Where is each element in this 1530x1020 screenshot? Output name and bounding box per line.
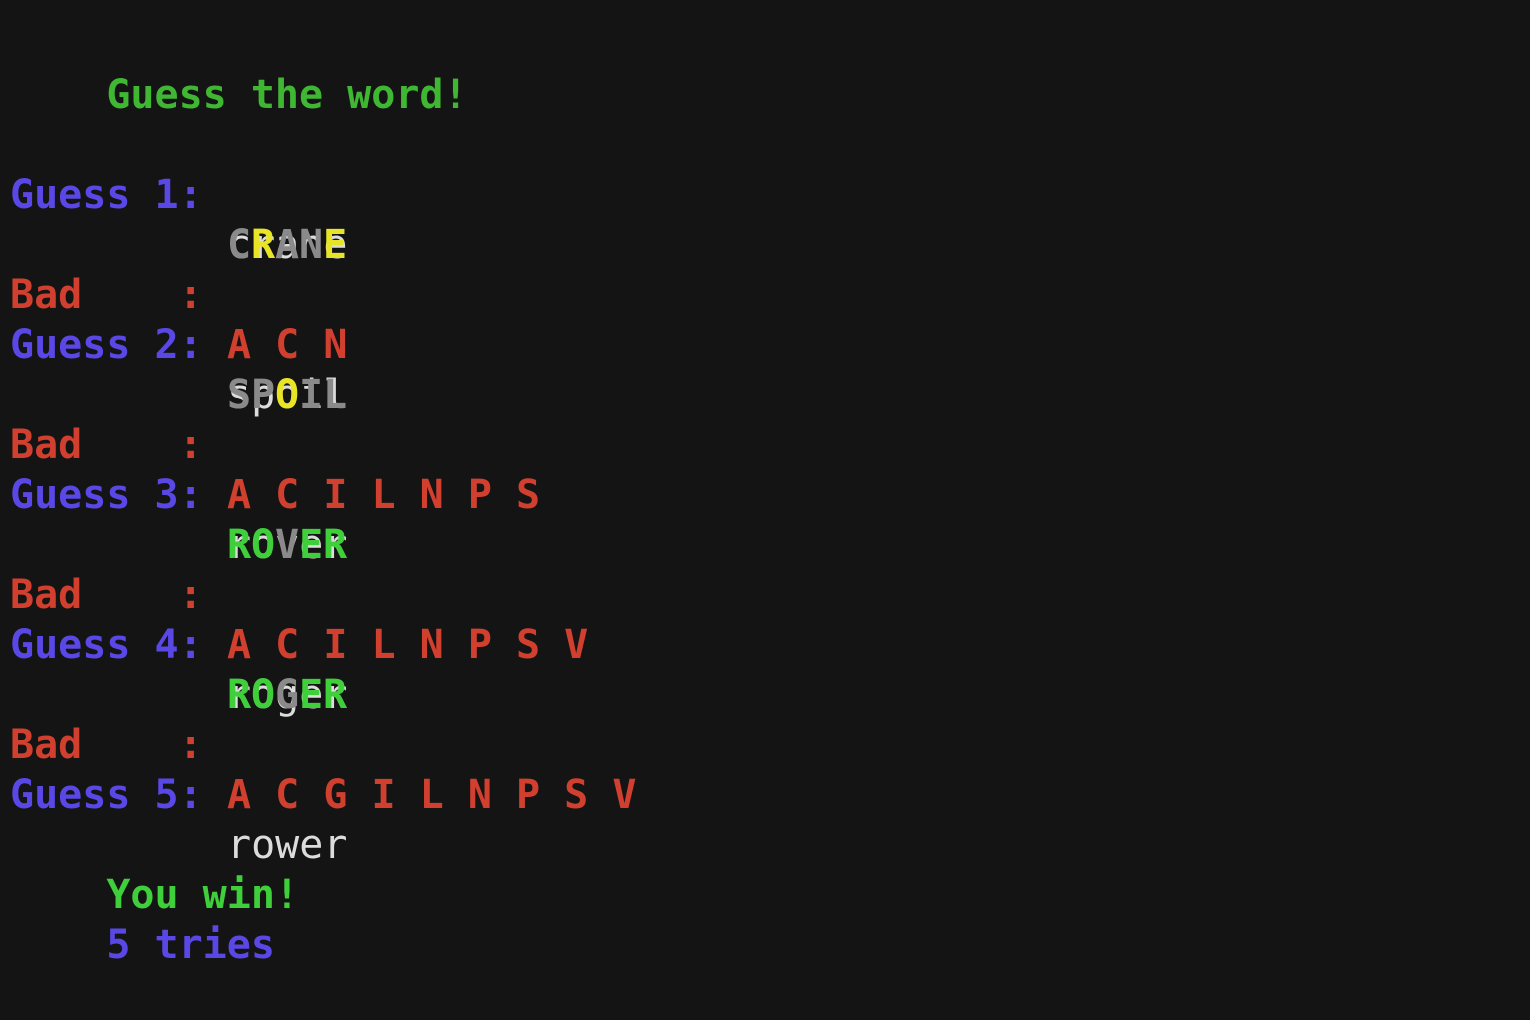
feedback-letter-absent: A [275,222,300,268]
feedback-letter-absent: G [275,672,300,718]
bad-letters: A C N [227,322,348,368]
feedback-letter-correct: R [323,522,348,568]
bad-row-3: Bad : A C I L N P S V [10,520,588,668]
bad-row-1: Bad : A C N [10,220,347,368]
bad-row-4: Bad : A C G I L N P S V [10,670,636,818]
feedback-letter-correct: E [299,522,324,568]
feedback-letters: SPOIL [227,370,347,420]
feedback-letter-correct: R [227,672,252,718]
feedback-letter-correct: E [299,672,324,718]
feedback-letter-absent: I [299,372,324,418]
title-text: Guess the word! [106,72,468,118]
feedback-letter-absent: L [323,372,348,418]
feedback-letter-correct: R [323,672,348,718]
feedback-letter-present: O [275,372,300,418]
tries-count: 5 tries [10,870,275,968]
guess-row-5: Guess 5: rower [10,720,347,868]
terminal-window: Guess the word! Guess 1: crane CRANE Bad… [0,0,1530,968]
feedback-letters: ROVER [227,520,347,570]
bad-letters: A C I L N P S [227,472,541,518]
guess-row-3: Guess 3: rover [10,420,347,568]
feedback-letter-present: R [251,222,276,268]
tries-text: 5 tries [106,922,275,968]
feedback-letter-correct: R [227,522,252,568]
bad-row-2: Bad : A C I L N P S [10,370,540,518]
feedback-letter-absent: V [275,522,300,568]
bad-letters: A C I L N P S V [227,622,589,668]
feedback-letter-present: E [323,222,348,268]
guess-label: Guess 5: [10,772,203,818]
guess-row-2: Guess 2: spoil [10,270,347,418]
feedback-letter-absent: P [251,372,276,418]
feedback-letter-correct: O [251,672,276,718]
feedback-row-3: ROVER [10,470,347,568]
feedback-letter-absent: C [227,222,252,268]
feedback-letter-absent: S [227,372,252,418]
game-title: Guess the word! [10,20,467,118]
feedback-letter-correct: O [251,522,276,568]
bad-letters: A C G I L N P S V [227,772,637,818]
feedback-letters: CRANE [227,220,347,270]
feedback-letters: ROGER [227,670,347,720]
feedback-row-1: CRANE [10,170,347,268]
guess-row-4: Guess 4: roger [10,570,347,718]
feedback-letter-absent: N [299,222,324,268]
feedback-row-2: SPOIL [10,320,347,418]
guess-row-1: Guess 1: crane [10,120,347,268]
feedback-row-4: ROGER [10,620,347,718]
result-message: You win! [10,820,299,918]
